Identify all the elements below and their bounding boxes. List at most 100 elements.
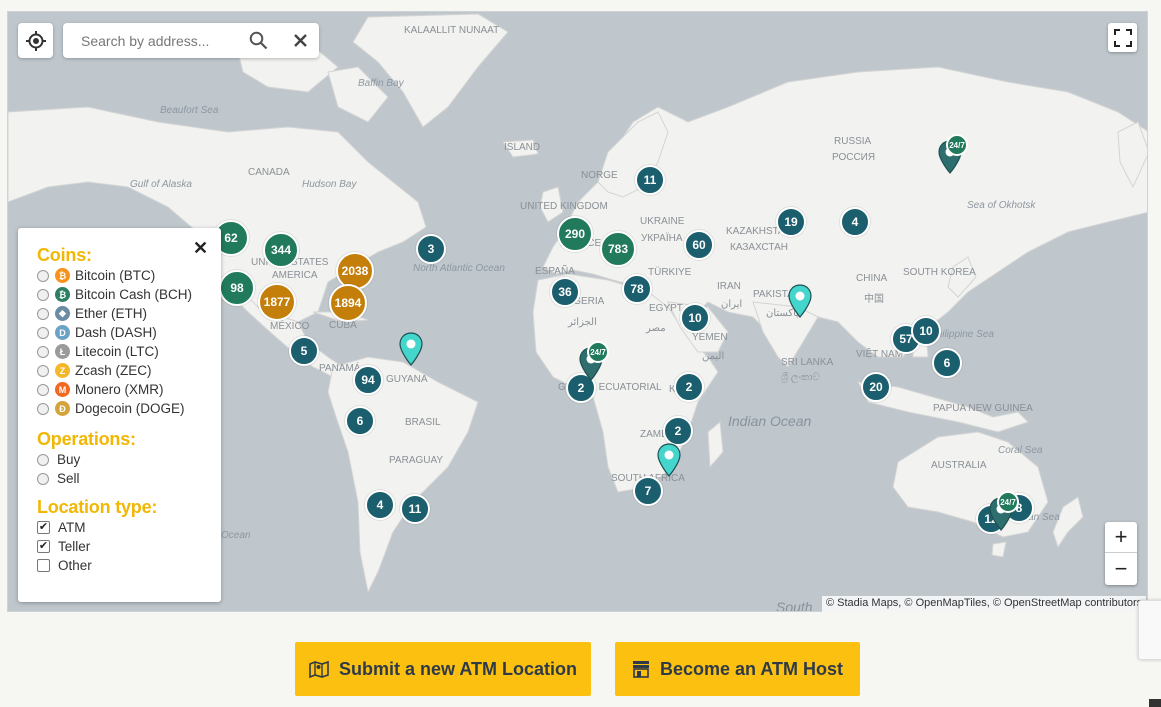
coin-radio[interactable] [37, 402, 49, 415]
location-type-label: Other [58, 558, 92, 573]
location-type-label: Teller [58, 539, 91, 554]
coin-filter-option[interactable]: Ð Dogecoin (DOGE) [37, 399, 221, 418]
location-type-option[interactable]: ✔ Teller [37, 537, 221, 556]
operations-heading: Operations: [37, 429, 136, 449]
coin-filter-option[interactable]: Z Zcash (ZEC) [37, 361, 221, 380]
location-type-option[interactable]: Other [37, 556, 221, 575]
atm-cluster-marker[interactable]: 6 [345, 406, 375, 436]
map-label: Sea of Okhotsk [967, 200, 1036, 211]
map-label: PAPUA NEW GUINEA [933, 403, 1033, 414]
close-icon[interactable]: ✕ [193, 238, 208, 259]
store-icon [632, 661, 649, 678]
atm-pin-marker[interactable] [788, 284, 812, 323]
location-type-checkbox[interactable]: ✔ [37, 521, 50, 534]
atm-cluster-marker[interactable]: 20 [861, 372, 891, 402]
operation-radio[interactable] [37, 472, 49, 485]
atm-cluster-marker[interactable]: 2 [674, 372, 704, 402]
atm-cluster-marker[interactable]: 6 [932, 348, 962, 378]
map-label: SOUTH KOREA [903, 267, 976, 278]
map-attribution[interactable]: © Stadia Maps, © OpenMapTiles, © OpenStr… [822, 596, 1147, 612]
atm-cluster-marker[interactable]: 2 [663, 416, 693, 446]
locate-me-button[interactable] [18, 23, 53, 58]
atm-pin-marker[interactable] [657, 443, 681, 482]
map-label: IRAN [717, 281, 741, 292]
map-label: УКРАЇНА [641, 233, 683, 244]
atm-cluster-marker[interactable]: 1877 [258, 283, 296, 321]
coin-radio[interactable] [37, 345, 49, 358]
map-marker-icon [399, 332, 423, 366]
atm-cluster-marker[interactable]: 36 [550, 277, 580, 307]
map-pin-icon [309, 660, 329, 678]
atm-pin-marker[interactable] [399, 332, 423, 371]
24-7-badge: 24/7 [997, 491, 1019, 513]
atm-cluster-marker[interactable]: 5 [289, 336, 319, 366]
map-label: NORGE [581, 170, 618, 181]
atm-pin-marker[interactable]: 24/7 [938, 134, 968, 179]
coin-label: Ether (ETH) [75, 306, 148, 321]
atm-cluster-marker[interactable]: 11 [635, 165, 665, 195]
location-type-checkbox[interactable] [37, 559, 50, 572]
clear-search-icon[interactable] [291, 31, 310, 55]
operation-filter-option[interactable]: Sell [37, 469, 221, 488]
atm-cluster-marker[interactable]: 10 [680, 303, 710, 333]
coin-filter-option[interactable]: Ł Litecoin (LTC) [37, 342, 221, 361]
atm-cluster-marker[interactable]: 4 [840, 207, 870, 237]
map-label: 中国 [864, 294, 884, 305]
atm-cluster-marker[interactable]: 1894 [329, 284, 367, 322]
atm-cluster-marker[interactable]: 98 [219, 270, 255, 306]
operations-list: Buy Sell [37, 450, 221, 488]
atm-cluster-marker[interactable]: 290 [557, 216, 593, 252]
location-type-list: ✔ ATM ✔ Teller Other [37, 518, 221, 575]
map-label: AMERICA [272, 270, 318, 281]
map-label: اليمن [702, 351, 725, 362]
map-label: Baffin Bay [358, 78, 404, 89]
atm-cluster-marker[interactable]: 78 [622, 274, 652, 304]
map-label: مصر [646, 323, 666, 334]
recaptcha-badge[interactable] [1138, 600, 1161, 660]
fullscreen-button[interactable] [1108, 23, 1137, 52]
atm-cluster-marker[interactable]: 11 [400, 494, 430, 524]
coin-radio[interactable] [37, 383, 49, 396]
coin-icon: ₿ [55, 287, 70, 302]
atm-cluster-marker[interactable]: 19 [776, 207, 806, 237]
atm-cluster-marker[interactable]: 4 [365, 490, 395, 520]
coin-icon: ₿ [55, 268, 70, 283]
coin-radio[interactable] [37, 288, 49, 301]
atm-cluster-marker[interactable]: 344 [263, 232, 299, 268]
atm-pin-marker[interactable]: 24/7 [579, 341, 609, 386]
coin-label: Monero (XMR) [75, 382, 164, 397]
coin-label: Dash (DASH) [75, 325, 157, 340]
address-search-input[interactable] [81, 32, 253, 49]
become-atm-host-button[interactable]: Become an ATM Host [615, 642, 860, 696]
atm-cluster-marker[interactable]: 60 [684, 230, 714, 260]
atm-pin-marker[interactable]: 24/7 [989, 491, 1019, 536]
map-label: KALAALLIT NUNAAT [404, 25, 500, 36]
operation-filter-option[interactable]: Buy [37, 450, 221, 469]
coin-radio[interactable] [37, 326, 49, 339]
map-label: South [776, 599, 813, 612]
map-label: ایران [721, 299, 743, 310]
location-type-checkbox[interactable]: ✔ [37, 540, 50, 553]
atm-cluster-marker[interactable]: 3 [416, 234, 446, 264]
coin-filter-option[interactable]: M Monero (XMR) [37, 380, 221, 399]
map-label: PARAGUAY [389, 455, 444, 466]
24-7-badge: 24/7 [587, 341, 609, 363]
coin-icon: Ł [55, 344, 70, 359]
atm-cluster-marker[interactable]: 783 [600, 231, 636, 267]
coin-filter-option[interactable]: ◆ Ether (ETH) [37, 304, 221, 323]
coin-filter-option[interactable]: ₿ Bitcoin (BTC) [37, 266, 221, 285]
location-type-option[interactable]: ✔ ATM [37, 518, 221, 537]
atm-cluster-marker[interactable]: 10 [911, 316, 941, 346]
submit-atm-location-button[interactable]: Submit a new ATM Location [295, 642, 591, 696]
atm-cluster-marker[interactable]: 94 [353, 365, 383, 395]
zoom-in-button[interactable]: + [1105, 522, 1137, 553]
operation-radio[interactable] [37, 453, 49, 466]
coin-radio[interactable] [37, 269, 49, 282]
search-icon[interactable] [249, 31, 268, 55]
zoom-out-button[interactable]: − [1105, 553, 1137, 584]
coin-radio[interactable] [37, 364, 49, 377]
map-label: ESPAÑA [535, 266, 575, 277]
coin-filter-option[interactable]: ₿ Bitcoin Cash (BCH) [37, 285, 221, 304]
coin-radio[interactable] [37, 307, 49, 320]
coin-filter-option[interactable]: D Dash (DASH) [37, 323, 221, 342]
